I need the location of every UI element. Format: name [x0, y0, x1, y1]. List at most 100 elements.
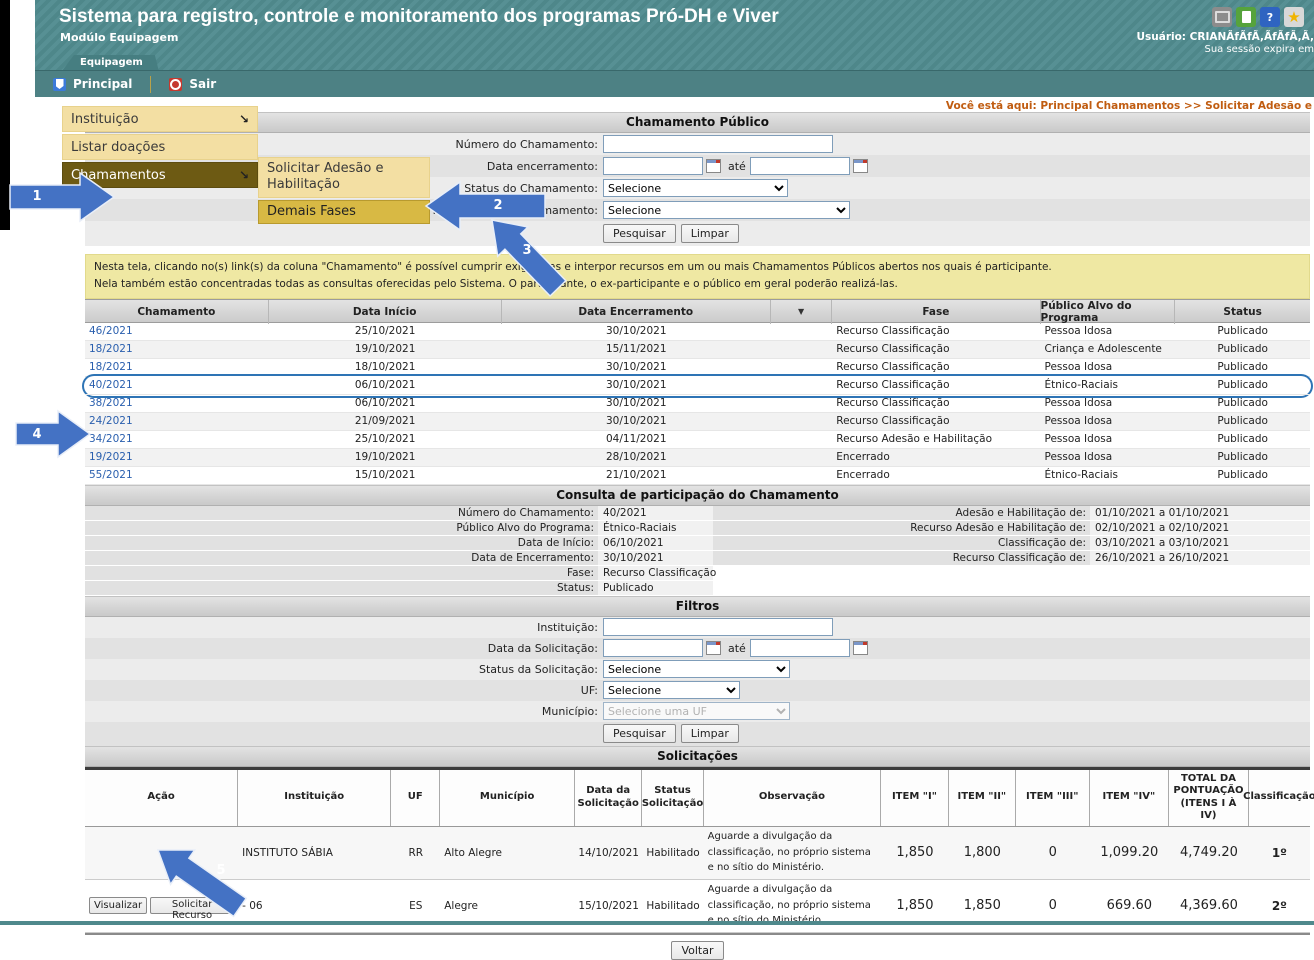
filtro-data-de-input[interactable] [603, 639, 703, 658]
cham-cell-data-inicio: 19/10/2021 [268, 341, 502, 359]
table-row: 38/2021 06/10/2021 30/10/2021 Recurso Class… [85, 394, 1310, 413]
cham-cell-fase: Recurso Classificação [832, 413, 1041, 431]
data-encerramento-de-input[interactable] [603, 157, 703, 175]
filtros-pesquisar-button[interactable]: Pesquisar [603, 724, 676, 744]
consulta-detail-row: Público Alvo do Programa: Étnico-Raciais R… [85, 520, 1310, 535]
cham-cell-chamamento: 40/2021 [85, 377, 269, 395]
cham-header-5: Público Alvo do Programa [1040, 299, 1176, 324]
filtro-municipio-label: Município: [541, 704, 598, 718]
menu-item-instituição[interactable]: Instituição ↘ [62, 106, 258, 132]
chamamento-link[interactable]: 18/2021 [89, 361, 133, 373]
filtro-uf-select[interactable]: Selecione [603, 681, 740, 700]
sort-down-icon[interactable]: ▼ [798, 307, 804, 316]
calendar-icon[interactable] [852, 159, 868, 173]
star-icon[interactable]: ★ [1284, 7, 1304, 27]
filtro-municipio-select[interactable]: Selecione uma UF [603, 702, 790, 721]
submenu-arrow-icon: ↘ [238, 112, 249, 126]
ate-label: até [728, 641, 746, 655]
help-icon[interactable]: ? [1260, 7, 1280, 27]
voltar-button[interactable]: Voltar [671, 940, 724, 960]
notes-icon[interactable] [1236, 7, 1256, 27]
sort-indicator[interactable]: ▼ [771, 299, 833, 324]
publico-alvo-select[interactable]: Selecione [603, 201, 850, 219]
status-chamamento-select[interactable]: Selecione [603, 179, 788, 197]
chamamento-link[interactable]: 24/2021 [89, 415, 133, 427]
consulta-detail-row: Data de Início: 06/10/2021 Classificação d… [85, 535, 1310, 550]
cham-cell-chamamento: 46/2021 [85, 323, 269, 341]
table-row: 19/2021 19/10/2021 28/10/2021 Encerrado Pess… [85, 448, 1310, 467]
menu-item-chamamentos[interactable]: Chamamentos ↘ [62, 162, 258, 188]
filtro-data-ate-input[interactable] [749, 639, 850, 658]
cham-cell-publico-alvo: Étnico-Raciais [1040, 377, 1176, 395]
cham-cell-publico-alvo: Pessoa Idosa [1040, 323, 1176, 341]
sol-header-7: ITEM "I" [881, 769, 949, 826]
consulta-label: Recurso Classificação de: [713, 550, 1090, 565]
consulta-detail-row: Data de Encerramento: 30/10/2021 Recurso C… [85, 550, 1310, 565]
menu-item-listar-doações[interactable]: Listar doações [62, 134, 258, 160]
chamamento-link[interactable]: 19/2021 [89, 451, 133, 463]
submenu-item-solicitar-adesão-e-habilitação[interactable]: Solicitar Adesão e Habilitação [258, 157, 430, 198]
calendar-icon[interactable] [706, 159, 721, 173]
filtro-status-select[interactable]: Selecione [603, 660, 790, 679]
chamamentos-table-header: Chamamento Data Início Data Encerramento ▼ F… [85, 298, 1310, 324]
calendar-icon[interactable] [852, 641, 868, 656]
table-row: INSTITUTO SÁBIA RR Alto Alegre 14/10/2021 Ha… [85, 826, 1310, 880]
sol-cell-observacao: Aguarde a divulgação da classificação, n… [707, 831, 871, 874]
chamamento-link[interactable]: 46/2021 [89, 325, 133, 337]
cham-cell-data-encerramento: 30/10/2021 [501, 377, 771, 395]
tab-equipagem[interactable]: Equipagem [62, 55, 159, 71]
cham-cell-chamamento: 24/2021 [85, 413, 269, 431]
cham-cell-sort-spacer [771, 359, 833, 377]
cham-cell-sort-spacer [771, 467, 833, 485]
cham-cell-data-encerramento: 30/10/2021 [501, 413, 771, 431]
filtro-municipio-row: Município: Selecione uma UF [85, 700, 1310, 722]
cham-cell-sort-spacer [771, 449, 833, 467]
module-subtitle: Modúlo Equipagem [60, 31, 179, 44]
cham-header-label: Público Alvo do Programa [1040, 299, 1132, 324]
cham-cell-status: Publicado [1175, 395, 1310, 413]
data-encerramento-ate-input[interactable] [749, 157, 850, 175]
cham-cell-data-encerramento: 30/10/2021 [501, 359, 771, 377]
left-black-bar [0, 0, 10, 230]
cham-cell-chamamento: 34/2021 [85, 431, 269, 449]
numero-chamamento-input[interactable] [603, 135, 833, 153]
table-row: 40/2021 06/10/2021 30/10/2021 Recurso Class… [85, 376, 1310, 395]
user-label: Usuário: CRIANÃfÃfÃ,ÃfÃfÃ,Ã, [1136, 31, 1314, 43]
sol-cell-municipio: Alto Alegre [444, 846, 502, 859]
menubar-item-principal[interactable]: Principal [35, 71, 150, 97]
solicitar-recurso-button[interactable]: Solicitar Recurso [150, 897, 235, 921]
window-icon[interactable] [1212, 7, 1232, 27]
app-header: Sistema para registro, controle e monito… [35, 0, 1314, 97]
filtros-limpar-button[interactable]: Limpar [680, 724, 739, 744]
menubar-item-sair[interactable]: Sair [151, 71, 234, 97]
chamamento-link[interactable]: 55/2021 [89, 469, 133, 481]
cham-header-label: Chamamento [137, 305, 216, 318]
filtro-instituicao-input[interactable] [603, 618, 833, 637]
table-row: 24/2021 21/09/2021 30/10/2021 Recurso Class… [85, 412, 1310, 431]
header-icons: ? ★ [1212, 7, 1304, 27]
cham-cell-fase: Encerrado [832, 449, 1041, 467]
chamamento-link[interactable]: 34/2021 [89, 433, 133, 445]
pesquisar-button[interactable]: Pesquisar [603, 224, 676, 243]
shield-icon [53, 77, 66, 91]
chamamento-link[interactable]: 38/2021 [89, 397, 133, 409]
info-line-1: Nesta tela, clicando no(s) link(s) da co… [94, 261, 1052, 273]
cham-cell-data-inicio: 06/10/2021 [268, 377, 502, 395]
limpar-button[interactable]: Limpar [680, 224, 739, 243]
visualizar-button[interactable]: Visualizar [89, 897, 148, 915]
sol-header-4: Data da Solicitação [575, 769, 643, 826]
cham-header-label: Data Início [352, 305, 417, 318]
submenu-item-demais-fases[interactable]: Demais Fases [258, 199, 430, 224]
cham-cell-sort-spacer [771, 395, 833, 413]
chamamento-link[interactable]: 40/2021 [89, 379, 133, 391]
calendar-icon[interactable] [706, 641, 721, 656]
consulta-value: Recurso Classificação [598, 565, 716, 580]
chamamento-link[interactable]: 18/2021 [89, 343, 133, 355]
cham-cell-data-encerramento: 30/10/2021 [501, 323, 771, 341]
sol-cell-item-ii: 1,800 [963, 845, 1001, 861]
cham-cell-sort-spacer [771, 323, 833, 341]
sol-header-11: TOTAL DA PONTUAÇÃO (ITENS I À IV) [1169, 769, 1249, 826]
consulta-detail-row: Número do Chamamento: 40/2021 Adesão e Hab… [85, 505, 1310, 520]
consulta-value: Étnico-Raciais [598, 520, 713, 535]
cham-cell-data-inicio: 25/10/2021 [268, 431, 502, 449]
